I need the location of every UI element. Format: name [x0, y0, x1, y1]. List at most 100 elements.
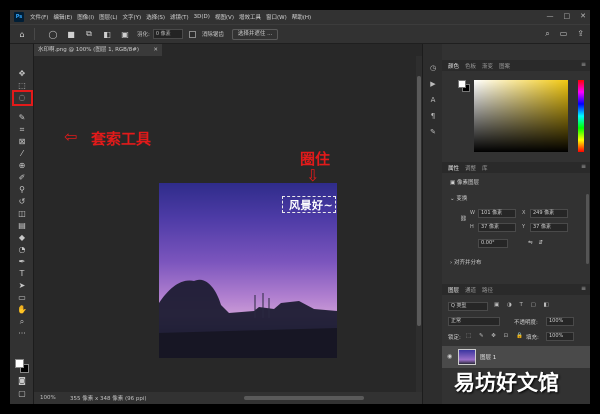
- move-tool-icon[interactable]: ✥: [17, 69, 27, 79]
- minimize-button[interactable]: —: [547, 12, 554, 20]
- pen-tool-icon[interactable]: ✒: [17, 257, 27, 267]
- feather-input[interactable]: 0 像素: [152, 29, 183, 39]
- canvas-area[interactable]: 风景好~ ⇦ 套索工具 圈住 ⇩: [34, 56, 421, 392]
- toolbar: ✥ ⬚ ◌ ✎ ⌗ ⊠ ⁄ ⊕ ✐ ⚲ ↺ ◫ ▤ ◆ ◔ ✒ T ➤ ▭ ✋ …: [10, 44, 34, 404]
- x-input[interactable]: 249 像素: [530, 209, 568, 218]
- rectangle-tool-icon[interactable]: ▭: [17, 293, 27, 303]
- document-image[interactable]: 风景好~: [159, 183, 337, 358]
- healing-tool-icon[interactable]: ⊕: [17, 161, 27, 171]
- menu-help[interactable]: 帮助(H): [292, 13, 311, 21]
- stamp-tool-icon[interactable]: ⚲: [17, 185, 27, 195]
- width-input[interactable]: 101 像素: [478, 209, 516, 218]
- paragraph-icon[interactable]: ¶: [429, 112, 437, 120]
- tab-patterns[interactable]: 图案: [499, 62, 510, 70]
- tab-color[interactable]: 颜色: [448, 62, 459, 70]
- character-icon[interactable]: A: [429, 96, 437, 104]
- hand-tool-icon[interactable]: ✋: [17, 305, 27, 315]
- intersect-selection-icon[interactable]: ▣: [119, 28, 131, 40]
- add-selection-icon[interactable]: ⧉: [83, 28, 95, 40]
- tab-gradients[interactable]: 渐变: [482, 62, 493, 70]
- gradient-tool-icon[interactable]: ▤: [17, 221, 27, 231]
- brush-settings-icon[interactable]: ✎: [429, 128, 437, 136]
- select-and-mask-button[interactable]: 选择并遮住 ...: [231, 28, 279, 40]
- transform-heading[interactable]: ⌄ 变换: [450, 194, 467, 202]
- history-icon[interactable]: ◷: [429, 64, 437, 72]
- share-icon[interactable]: ⇪: [577, 29, 584, 39]
- type-tool-icon[interactable]: T: [17, 269, 27, 279]
- color-picker-field[interactable]: [474, 80, 568, 152]
- menu-window[interactable]: 窗口(W): [266, 13, 287, 21]
- menu-type[interactable]: 文字(Y): [123, 13, 142, 21]
- antialias-checkbox[interactable]: [188, 30, 196, 38]
- angle-input[interactable]: 0.00°: [478, 239, 508, 248]
- document-tab[interactable]: 水印啊.png @ 100% (图层 1, RGB/8#) ✕: [34, 44, 162, 56]
- layer-filter-icons[interactable]: ▣ ◑ T ▢ ◧: [494, 302, 552, 308]
- lasso-preset-icon[interactable]: ◯: [47, 28, 59, 40]
- dodge-tool-icon[interactable]: ◔: [17, 245, 27, 255]
- panel-menu-icon[interactable]: ≡: [581, 285, 586, 292]
- home-icon[interactable]: ⌂: [16, 28, 28, 40]
- tab-layers[interactable]: 图层: [448, 286, 459, 294]
- layer-filter-select[interactable]: Q 类型: [448, 302, 488, 311]
- eyedropper-tool-icon[interactable]: ⁄: [17, 149, 27, 159]
- history-brush-tool-icon[interactable]: ↺: [17, 197, 27, 207]
- menu-file[interactable]: 文件(F): [30, 13, 48, 21]
- blend-mode-select[interactable]: 正常: [448, 317, 500, 326]
- layer-name[interactable]: 图层 1: [480, 353, 496, 361]
- properties-scrollbar[interactable]: [586, 194, 589, 264]
- frame-tool-icon[interactable]: ⊠: [17, 137, 27, 147]
- more-tools-icon[interactable]: ···: [17, 329, 27, 339]
- lasso-tool-icon[interactable]: ◌: [17, 93, 27, 103]
- new-selection-icon[interactable]: ■: [65, 28, 77, 40]
- menu-image[interactable]: 图像(I): [77, 13, 94, 21]
- vertical-scroll-thumb[interactable]: [417, 76, 421, 326]
- tab-paths[interactable]: 路径: [482, 286, 493, 294]
- menu-plugins[interactable]: 增效工具: [239, 13, 261, 21]
- close-button[interactable]: ✕: [580, 12, 586, 20]
- lock-icons[interactable]: ⬚ ✎ ✥ ⊡ 🔒: [466, 333, 526, 339]
- close-document-icon[interactable]: ✕: [153, 44, 158, 56]
- eraser-tool-icon[interactable]: ◫: [17, 209, 27, 219]
- tab-libraries[interactable]: 库: [482, 164, 488, 172]
- y-input[interactable]: 37 像素: [530, 223, 568, 232]
- layer-row[interactable]: ◉ 图层 1: [442, 346, 590, 368]
- tab-channels[interactable]: 通道: [465, 286, 476, 294]
- path-select-tool-icon[interactable]: ➤: [17, 281, 27, 291]
- menu-select[interactable]: 选择(S): [146, 13, 165, 21]
- zoom-tool-icon[interactable]: ⌕: [17, 317, 27, 327]
- menu-view[interactable]: 视图(V): [215, 13, 234, 21]
- horizontal-scroll-thumb[interactable]: [244, 396, 364, 400]
- tab-swatches[interactable]: 色板: [465, 62, 476, 70]
- tab-properties[interactable]: 属性: [448, 164, 459, 172]
- zoom-level[interactable]: 100%: [40, 395, 66, 401]
- actions-icon[interactable]: ▶: [429, 80, 437, 88]
- align-heading[interactable]: › 对齐并分布: [450, 258, 481, 266]
- link-icon[interactable]: ⛓: [460, 216, 467, 222]
- panel-menu-icon[interactable]: ≡: [581, 163, 586, 170]
- menu-3d[interactable]: 3D(D): [194, 14, 210, 20]
- opacity-input[interactable]: 100%: [546, 317, 574, 326]
- blur-tool-icon[interactable]: ◆: [17, 233, 27, 243]
- panel-foreground-swatch[interactable]: [458, 80, 466, 88]
- quick-mask-icon[interactable]: ◙: [17, 376, 27, 386]
- maximize-button[interactable]: □: [564, 12, 571, 20]
- workspace-icon[interactable]: ▭: [560, 29, 568, 39]
- menu-edit[interactable]: 编辑(E): [53, 13, 72, 21]
- screen-mode-icon[interactable]: ▢: [17, 389, 27, 399]
- hue-slider[interactable]: [578, 80, 584, 152]
- tab-adjustments[interactable]: 调整: [465, 164, 476, 172]
- quick-select-tool-icon[interactable]: ✎: [17, 113, 27, 123]
- foreground-color-swatch[interactable]: [15, 359, 24, 368]
- menu-layer[interactable]: 图层(L): [99, 13, 117, 21]
- panel-menu-icon[interactable]: ≡: [581, 61, 586, 68]
- search-icon[interactable]: ⌕: [545, 29, 549, 39]
- brush-tool-icon[interactable]: ✐: [17, 173, 27, 183]
- subtract-selection-icon[interactable]: ◧: [101, 28, 113, 40]
- feather-label: 羽化:: [137, 32, 150, 38]
- visibility-eye-icon[interactable]: ◉: [447, 353, 452, 360]
- crop-tool-icon[interactable]: ⌗: [17, 125, 27, 135]
- height-input[interactable]: 37 像素: [478, 223, 516, 232]
- fill-input[interactable]: 100%: [546, 332, 574, 341]
- flip-buttons[interactable]: ⇋ ⇵: [528, 240, 545, 246]
- menu-filter[interactable]: 滤镜(T): [170, 13, 189, 21]
